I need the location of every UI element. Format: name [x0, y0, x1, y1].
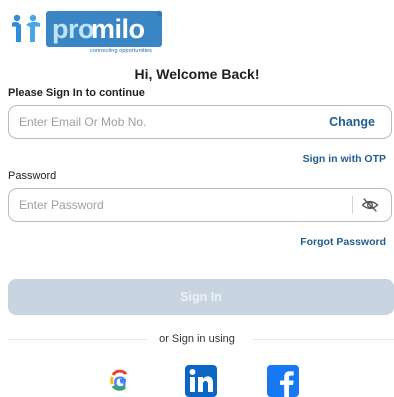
sign-in-otp-link[interactable]: Sign in with OTP — [303, 153, 386, 165]
forgot-password-link[interactable]: Forgot Password — [300, 236, 386, 248]
linkedin-icon[interactable] — [185, 365, 217, 397]
google-icon[interactable]: G — [104, 365, 136, 397]
brand-logo: pro milo ® connecting opportunities — [8, 10, 162, 58]
email-field[interactable]: Change — [8, 105, 392, 139]
divider — [252, 339, 394, 340]
facebook-icon[interactable] — [267, 365, 299, 397]
trademark-symbol: ® — [157, 11, 163, 18]
password-field[interactable] — [8, 188, 392, 222]
change-button[interactable]: Change — [329, 106, 375, 138]
password-input[interactable] — [19, 189, 299, 221]
brand-tagline: connecting opportunities — [90, 48, 153, 54]
page-subtitle: Please Sign In to continue — [8, 87, 145, 99]
sign-in-button[interactable]: Sign In — [8, 279, 394, 315]
page-title: Hi, Welcome Back! — [134, 66, 260, 82]
divider — [352, 196, 353, 214]
password-label: Password — [8, 170, 57, 182]
people-figures-icon — [12, 14, 40, 42]
email-input[interactable] — [19, 106, 299, 138]
eye-off-icon[interactable] — [361, 196, 379, 214]
brand-name-part2: milo — [91, 14, 145, 44]
brand-name-part1: pro — [52, 14, 95, 44]
